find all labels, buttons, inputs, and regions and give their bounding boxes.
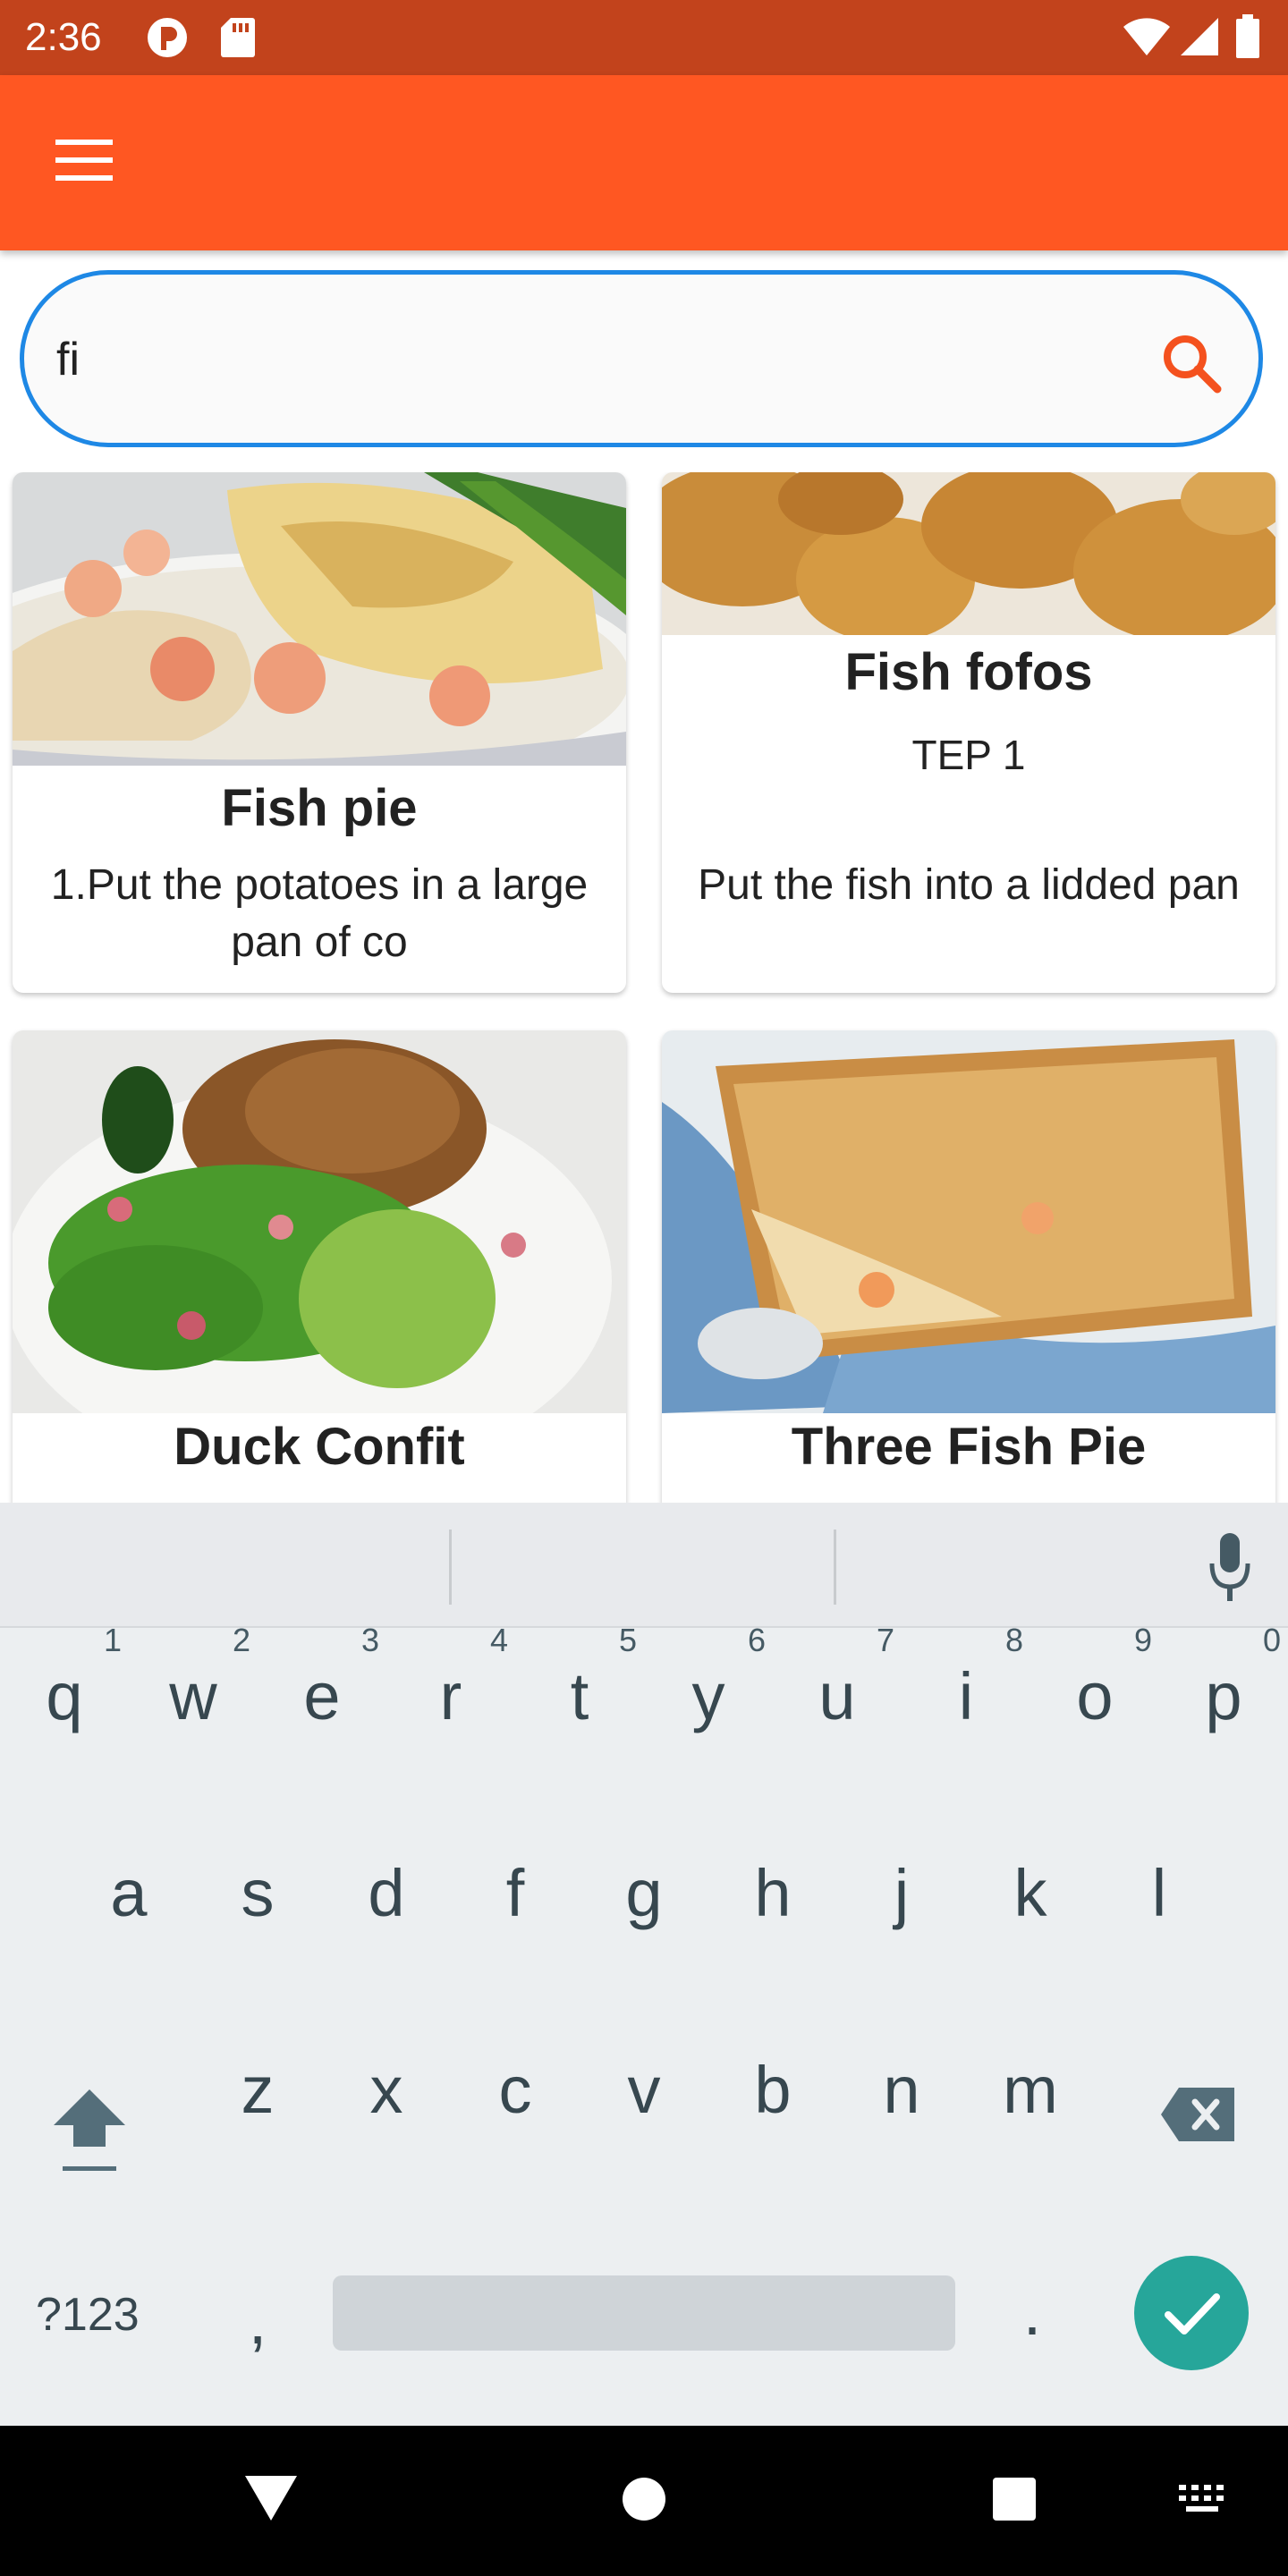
recipe-title: Fish fofos	[844, 643, 1093, 701]
status-bar: 2:36	[0, 0, 1288, 75]
key-letter: q	[46, 1659, 83, 1733]
search-input[interactable]	[56, 310, 1085, 409]
key-n[interactable]: n	[837, 2023, 966, 2157]
key-a[interactable]: a	[64, 1826, 193, 1961]
key-b[interactable]: b	[708, 2023, 837, 2157]
key-hint: 5	[618, 1622, 637, 1658]
key-p[interactable]: p0	[1159, 1623, 1288, 1764]
fish-fofos-photo	[662, 472, 1275, 635]
notification-p-icon	[145, 16, 190, 64]
key-y[interactable]: y6	[644, 1623, 773, 1764]
recipe-step-label: TEP 1	[911, 732, 1026, 778]
system-nav-bar	[0, 2426, 1288, 2576]
key-q[interactable]: q1	[0, 1623, 129, 1764]
battery-icon	[1234, 14, 1261, 64]
key-letter: e	[303, 1659, 341, 1733]
key-hint: 8	[1004, 1622, 1023, 1658]
symbols-key[interactable]: ?123	[36, 2277, 140, 2352]
key-v[interactable]: v	[580, 2023, 708, 2157]
spacebar-key[interactable]	[333, 2275, 955, 2351]
key-hint: 3	[360, 1622, 379, 1658]
key-f[interactable]: f	[451, 1826, 580, 1961]
shift-key-icon[interactable]	[50, 2084, 129, 2182]
suggestion-divider	[449, 1530, 452, 1605]
key-i[interactable]: i8	[902, 1623, 1030, 1764]
key-letter: o	[1076, 1659, 1114, 1733]
microphone-icon[interactable]	[1209, 1533, 1250, 1601]
key-c[interactable]: c	[451, 2023, 580, 2157]
key-letter: r	[439, 1659, 462, 1733]
key-w[interactable]: w2	[129, 1623, 258, 1764]
fish-pie-photo	[13, 472, 626, 766]
recipe-grid: Fish pie 1.Put the potatoes in a large p…	[0, 472, 1288, 1503]
key-g[interactable]: g	[580, 1826, 708, 1961]
wifi-icon	[1122, 16, 1172, 62]
key-t[interactable]: t5	[515, 1623, 644, 1764]
suggestion-strip	[0, 1503, 1288, 1628]
key-z[interactable]: z	[193, 2023, 322, 2157]
key-m[interactable]: m	[966, 2023, 1095, 2157]
key-letter: w	[169, 1659, 217, 1733]
three-fish-pie-photo	[662, 1030, 1275, 1413]
recipe-title: Fish pie	[221, 779, 418, 837]
recipe-title: Duck Confit	[174, 1418, 465, 1476]
backspace-key-icon[interactable]	[1159, 2086, 1238, 2143]
comma-key[interactable]: ,	[193, 2254, 322, 2388]
recents-square-icon[interactable]	[991, 2476, 1038, 2522]
recipe-description: Put the fish into a lidded pan	[698, 861, 1240, 909]
key-hint: 6	[747, 1622, 766, 1658]
key-hint: 0	[1262, 1622, 1281, 1658]
recipe-card[interactable]: Three Fish Pie	[662, 1030, 1275, 1503]
suggestion-divider	[834, 1530, 836, 1605]
signal-icon	[1179, 16, 1220, 62]
status-time: 2:36	[25, 15, 102, 59]
enter-key[interactable]	[1134, 2256, 1249, 2370]
soft-keyboard: ?123 , . q1w2e3r4t5y6u7i8o9p0asdfghjklzx…	[0, 1503, 1288, 2426]
hamburger-menu-icon[interactable]	[55, 140, 120, 186]
sd-card-icon	[220, 16, 256, 64]
period-key[interactable]: .	[968, 2245, 1097, 2379]
key-hint: 9	[1133, 1622, 1152, 1658]
key-e[interactable]: e3	[258, 1623, 386, 1764]
key-hint: 2	[232, 1622, 250, 1658]
key-d[interactable]: d	[322, 1826, 451, 1961]
key-r[interactable]: r4	[386, 1623, 515, 1764]
key-letter: p	[1205, 1659, 1242, 1733]
key-x[interactable]: x	[322, 2023, 451, 2157]
key-j[interactable]: j	[837, 1826, 966, 1961]
recipe-description: 1.Put the potatoes in a large pan of co	[50, 861, 589, 966]
key-hint: 7	[876, 1622, 894, 1658]
recipe-title: Three Fish Pie	[791, 1418, 1147, 1476]
key-s[interactable]: s	[193, 1826, 322, 1961]
search-bar[interactable]	[20, 270, 1263, 447]
keyboard-switch-icon[interactable]	[1177, 2483, 1227, 2515]
back-triangle-icon[interactable]	[243, 2472, 299, 2522]
key-letter: t	[570, 1659, 589, 1733]
app-bar	[0, 75, 1288, 250]
recipe-card[interactable]: Fish fofos TEP 1 Put the fish into a lid…	[662, 472, 1275, 993]
key-h[interactable]: h	[708, 1826, 837, 1961]
home-circle-icon[interactable]	[621, 2476, 667, 2522]
key-letter: i	[958, 1659, 974, 1733]
key-hint: 4	[489, 1622, 508, 1658]
key-k[interactable]: k	[966, 1826, 1095, 1961]
key-o[interactable]: o9	[1030, 1623, 1159, 1764]
key-hint: 1	[103, 1622, 122, 1658]
recipe-card[interactable]: Duck Confit	[13, 1030, 626, 1503]
key-l[interactable]: l	[1095, 1826, 1224, 1961]
key-letter: u	[818, 1659, 856, 1733]
key-letter: y	[691, 1659, 725, 1733]
recipe-card[interactable]: Fish pie 1.Put the potatoes in a large p…	[13, 472, 626, 993]
checkmark-icon	[1165, 2293, 1220, 2334]
search-icon[interactable]	[1160, 332, 1223, 394]
duck-confit-photo	[13, 1030, 626, 1413]
key-u[interactable]: u7	[773, 1623, 902, 1764]
